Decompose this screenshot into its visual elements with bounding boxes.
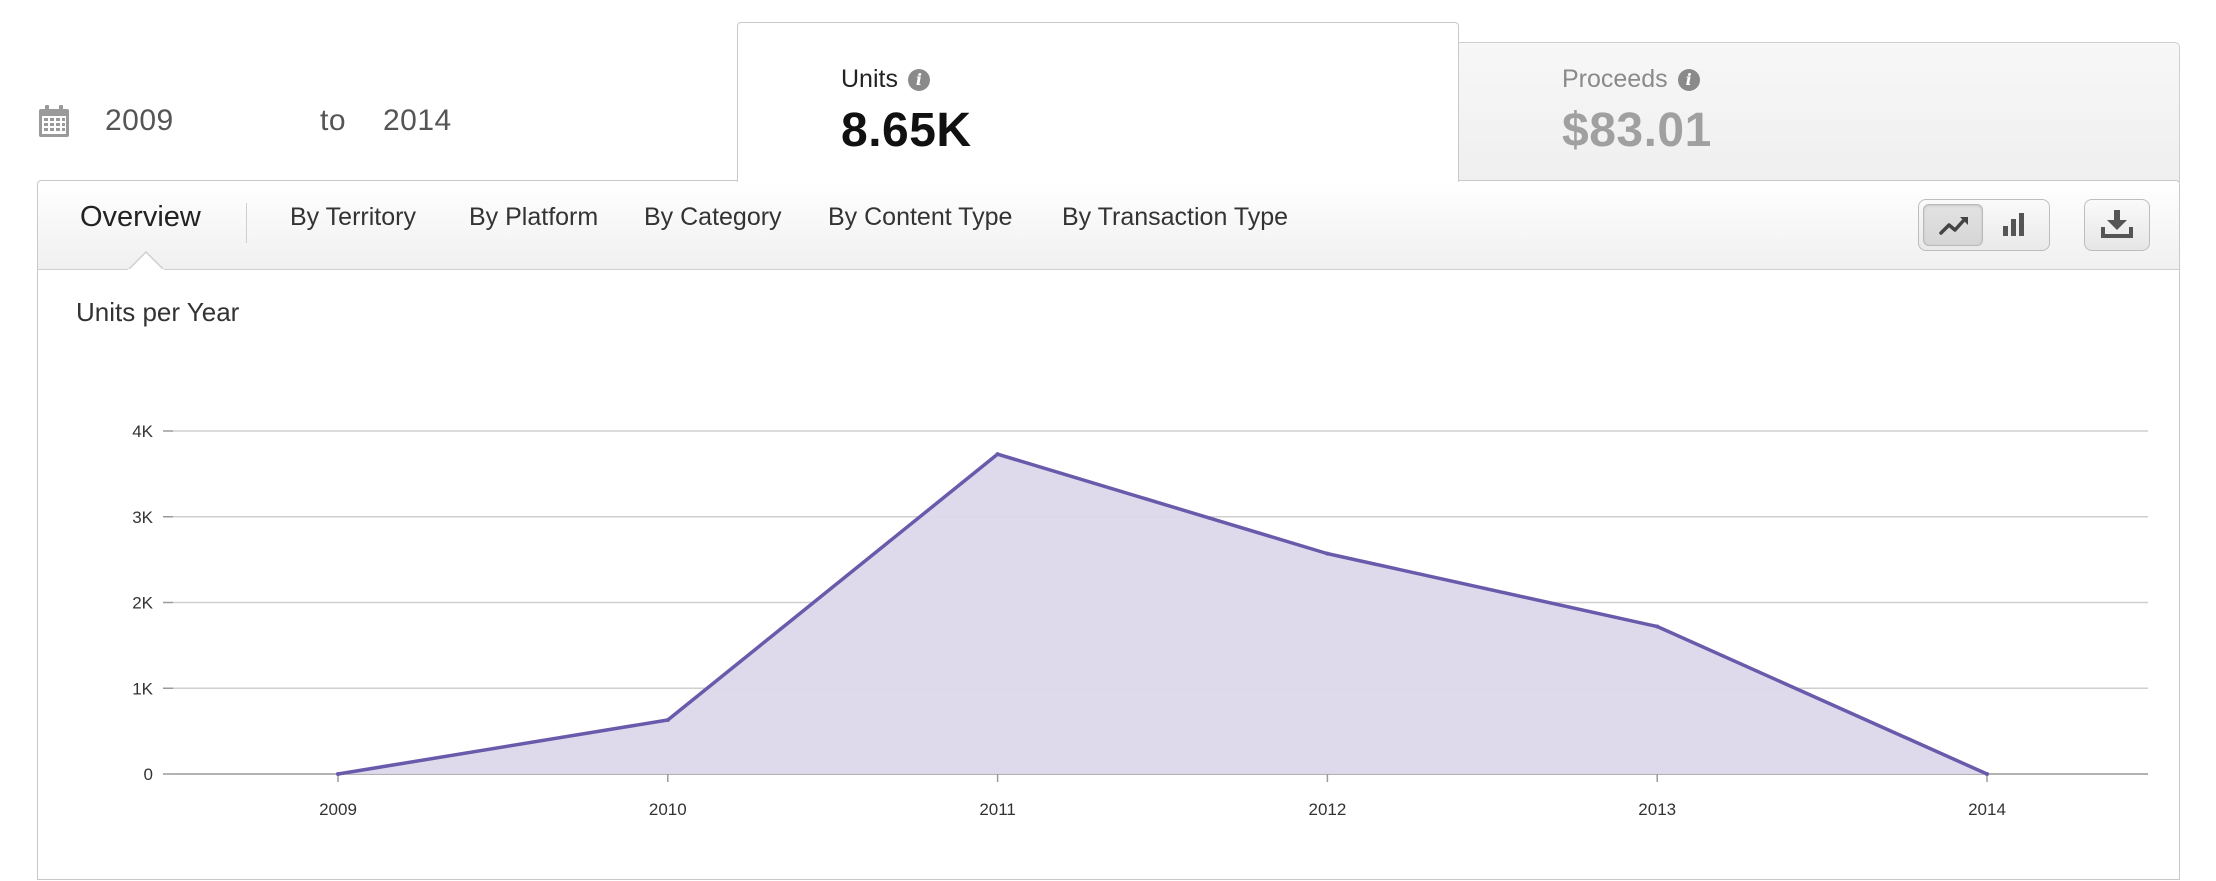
y-tick-label: 0 <box>144 765 153 784</box>
date-to[interactable]: 2014 <box>383 104 452 138</box>
proceeds-value: $83.01 <box>1562 104 1712 157</box>
date-from[interactable]: 2009 <box>105 104 174 138</box>
data-point <box>1325 551 1330 556</box>
units-metric-tab[interactable]: Units i 8.65K <box>737 22 1459 182</box>
data-point <box>1655 624 1660 629</box>
y-tick-label: 2K <box>132 594 153 613</box>
info-icon[interactable]: i <box>907 68 930 91</box>
units-value: 8.65K <box>841 104 972 157</box>
units-per-year-chart: 0 1K 2K 3K 4K 2009 2010 2011 2012 2013 2014 <box>132 422 2148 819</box>
report-panel: Overview By Territory By Platform By Cat… <box>37 180 2180 880</box>
x-tick-label: 2012 <box>1308 800 1346 819</box>
x-tick-label: 2013 <box>1638 800 1676 819</box>
data-point <box>1985 772 1989 776</box>
data-point <box>665 717 670 722</box>
proceeds-label: Proceeds <box>1562 65 1668 93</box>
y-tick-label: 4K <box>132 422 153 441</box>
units-label: Units <box>841 65 898 93</box>
proceeds-metric-tab[interactable]: Proceeds i $83.01 <box>1458 42 2180 182</box>
calendar-icon[interactable] <box>38 104 70 138</box>
x-tick-label: 2010 <box>649 800 687 819</box>
date-separator: to <box>320 104 347 137</box>
y-tick-label: 1K <box>132 679 153 698</box>
data-point <box>336 772 340 776</box>
units-label-row: Units i <box>841 65 930 94</box>
x-tick-label: 2014 <box>1968 800 2006 819</box>
x-tick-label: 2011 <box>979 800 1016 819</box>
x-tick-label: 2009 <box>319 800 357 819</box>
info-icon[interactable]: i <box>1677 68 1700 91</box>
proceeds-label-row: Proceeds i <box>1562 65 1700 94</box>
date-range[interactable]: 2009 to 2014 <box>38 96 738 156</box>
y-tick-label: 3K <box>132 508 153 527</box>
data-point <box>995 452 1000 457</box>
